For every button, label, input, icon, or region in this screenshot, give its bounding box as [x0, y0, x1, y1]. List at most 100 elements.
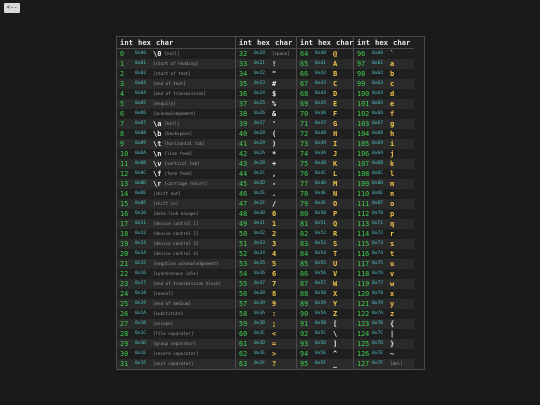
hex-cell: 0x0B [135, 161, 147, 166]
char-glyph: ` [390, 50, 395, 58]
hex-cell: 0x21 [254, 61, 266, 66]
hex-cell: 0x4B [315, 161, 327, 166]
char-glyph: ^ [333, 350, 338, 358]
table-row: 61 0x3D = [236, 339, 296, 349]
hex-cell: 0x18 [135, 291, 147, 296]
ascii-table: int hex char 0 0x00 \0 [null] 1 0x01 [start of he… [116, 36, 425, 370]
char-cell: Q [333, 219, 353, 229]
char-glyph: D [333, 90, 338, 98]
char-cell: [end of transmission] [153, 89, 235, 99]
int-cell: 59 [239, 320, 248, 328]
hex-cell: 0x01 [135, 61, 147, 66]
char-glyph: [ [333, 320, 338, 328]
table-row: 113 0x71 q [354, 219, 414, 229]
char-glyph: > [272, 350, 277, 358]
char-glyph: Q [333, 220, 338, 228]
table-row: 39 0x27 ' [236, 119, 296, 129]
char-cell: s [390, 239, 414, 249]
table-row: 75 0x4B K [297, 159, 353, 169]
int-cell: 13 [120, 180, 129, 188]
hex-cell: 0x6C [372, 171, 384, 176]
char-glyph: M [333, 180, 338, 188]
char-cell: P [333, 209, 353, 219]
table-row: 117 0x75 u [354, 259, 414, 269]
int-cell: 114 [357, 230, 370, 238]
char-glyph: n [390, 190, 395, 198]
char-cell: [enquiry] [153, 99, 235, 109]
char-cell: p [390, 209, 414, 219]
table-row: 90 0x5A Z [297, 309, 353, 319]
char-cell: 4 [272, 249, 296, 259]
hex-cell: 0x14 [135, 251, 147, 256]
table-row: 54 0x36 6 [236, 269, 296, 279]
char-description: [device control 3] [153, 241, 199, 246]
header-hex: hex [138, 38, 151, 47]
char-cell: F [333, 109, 353, 119]
char-glyph: b [390, 70, 395, 78]
int-cell: 12 [120, 170, 129, 178]
char-cell: [start of text] [153, 69, 235, 79]
char-glyph: 6 [272, 270, 277, 278]
char-glyph: S [333, 240, 338, 248]
char-cell: I [333, 139, 353, 149]
char-description: [data link escape] [153, 211, 199, 216]
char-glyph: 2 [272, 230, 277, 238]
char-glyph: % [272, 100, 277, 108]
char-cell: ` [390, 49, 414, 59]
hex-cell: 0x6E [372, 191, 384, 196]
table-row: 95 0x5F _ [297, 359, 353, 369]
char-cell: 8 [272, 289, 296, 299]
int-cell: 27 [120, 320, 129, 328]
int-cell: 58 [239, 310, 248, 318]
hex-cell: 0x32 [254, 231, 266, 236]
char-cell: \a [bell] [153, 119, 235, 129]
hex-cell: 0x1A [135, 311, 147, 316]
char-glyph: } [390, 340, 395, 348]
hex-cell: 0x25 [254, 101, 266, 106]
char-cell: # [272, 79, 296, 89]
char-cell: V [333, 269, 353, 279]
header-char: char [156, 38, 174, 47]
hex-cell: 0x23 [254, 81, 266, 86]
back-button[interactable]: <-- [4, 3, 20, 13]
table-body: 32 0x20 [space] 33 0x21! 34 0x22 " 35 0x23 #36 0x24… [236, 49, 296, 369]
char-glyph: N [333, 190, 338, 198]
table-row: 106 0x6A j [354, 149, 414, 159]
hex-cell: 0x4A [315, 151, 327, 156]
char-glyph: z [390, 310, 395, 318]
char-glyph: | [390, 330, 395, 338]
hex-cell: 0x28 [254, 131, 266, 136]
hex-cell: 0x56 [315, 271, 327, 276]
char-cell: C [333, 79, 353, 89]
int-cell: 102 [357, 110, 370, 118]
table-row: 1 0x01 [start of heading] [117, 59, 235, 69]
int-cell: 54 [239, 270, 248, 278]
table-row: 93 0x5D] [297, 339, 353, 349]
char-cell: [space] [272, 49, 296, 59]
table-row: 105 0x69 i [354, 139, 414, 149]
char-cell: [record separator] [153, 349, 235, 359]
char-description: [cancel] [153, 291, 174, 296]
table-row: 42 0x2A * [236, 149, 296, 159]
int-cell: 42 [239, 150, 248, 158]
char-cell: J [333, 149, 353, 159]
int-cell: 107 [357, 160, 370, 168]
int-cell: 43 [239, 160, 248, 168]
hex-cell: 0x67 [372, 121, 384, 126]
int-cell: 0 [120, 50, 125, 58]
hex-cell: 0x20 [254, 51, 266, 56]
int-cell: 30 [120, 350, 129, 358]
table-row: 121 0x79 y [354, 299, 414, 309]
header-hex: hex [318, 38, 331, 47]
header-hex: hex [375, 38, 388, 47]
char-cell: [end of text] [153, 79, 235, 89]
char-cell: [shift in] [153, 199, 235, 209]
table-row: 99 0x63 c [354, 79, 414, 89]
hex-cell: 0x0F [135, 201, 147, 206]
char-glyph: \t [153, 140, 162, 148]
char-glyph: Z [333, 310, 338, 318]
hex-cell: 0x7F [372, 361, 384, 366]
char-cell: [unit separator] [153, 359, 235, 369]
hex-cell: 0x15 [135, 261, 147, 266]
char-glyph: ] [333, 340, 338, 348]
